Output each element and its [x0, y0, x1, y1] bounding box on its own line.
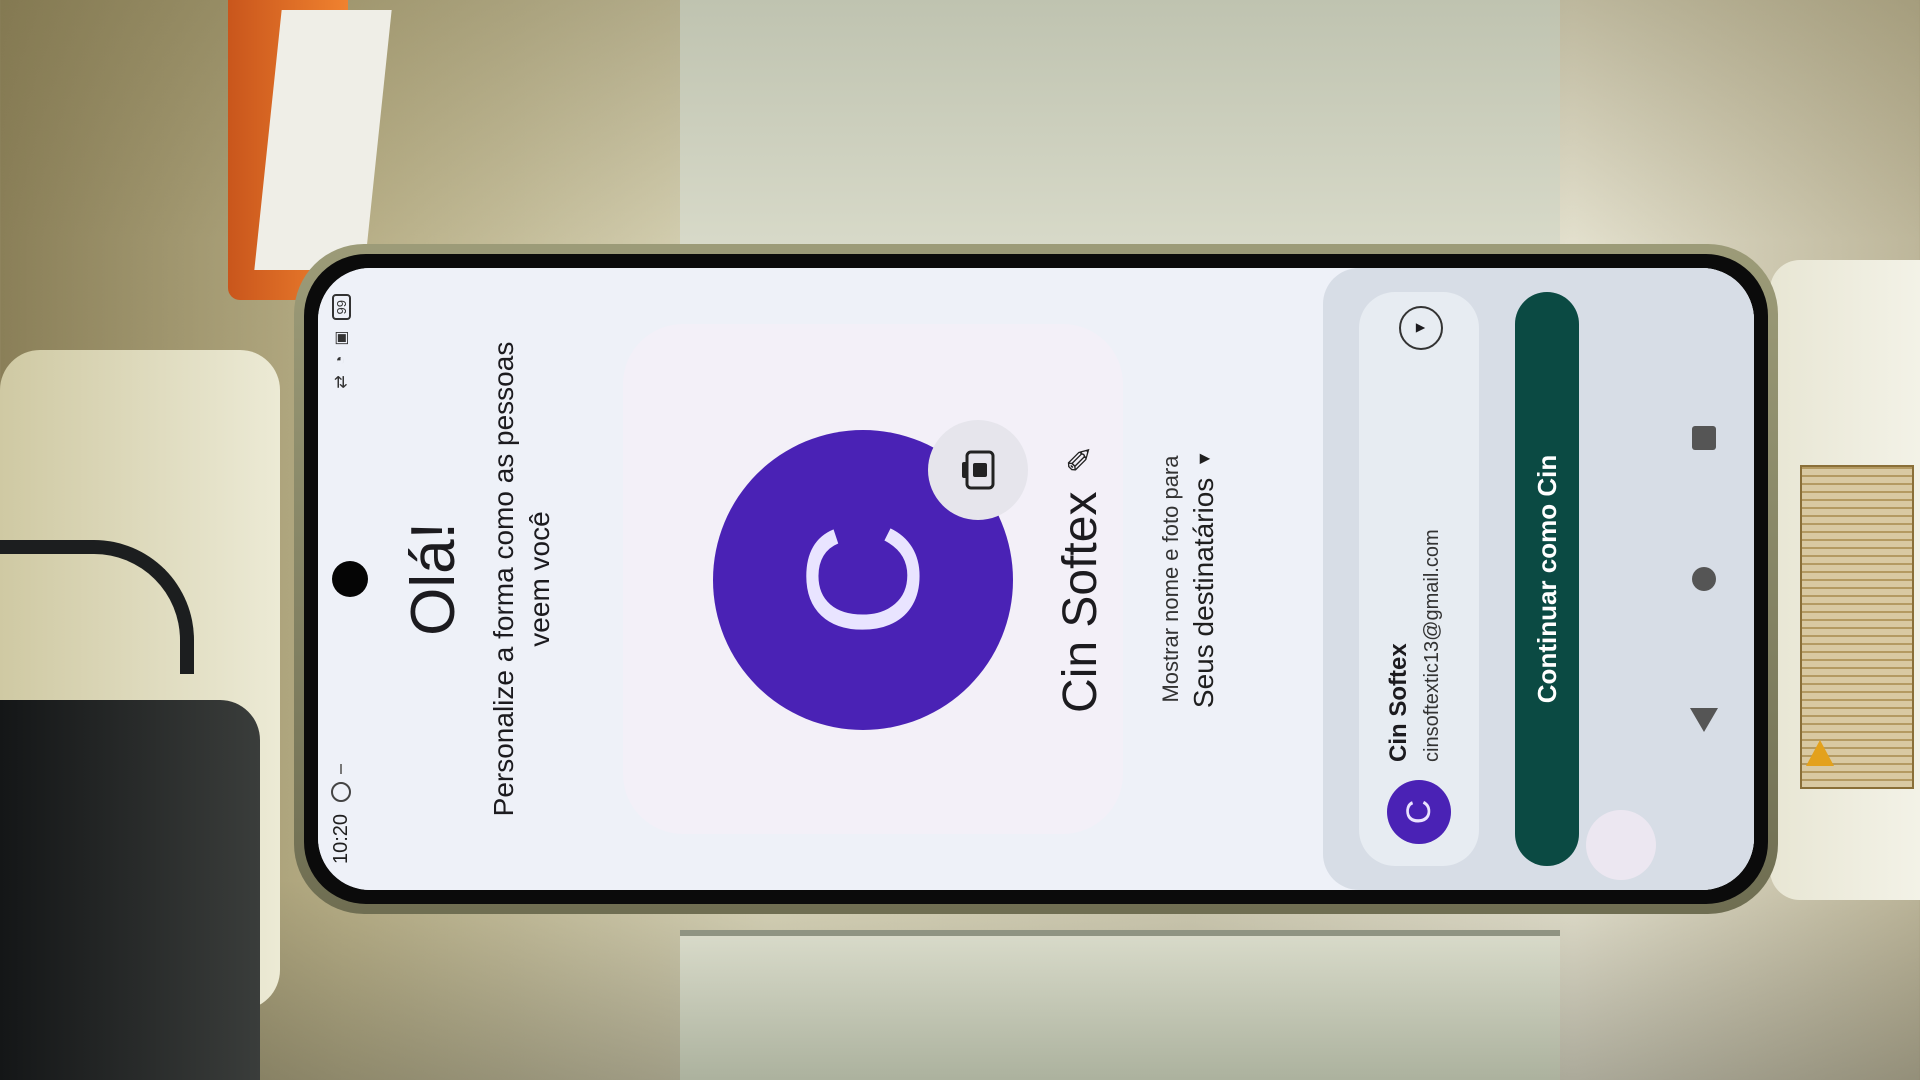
visibility-dropdown[interactable]: Seus destinatários ▼ [1188, 450, 1220, 708]
account-avatar-letter: C [1399, 799, 1438, 825]
dropdown-arrow-icon: ▼ [1193, 449, 1214, 468]
background-window [680, 0, 1560, 256]
profile-name: Cin Softex [1054, 491, 1107, 713]
status-right-icons: ⇄ ◔ ▣ 99 [331, 294, 351, 389]
nfc-icon: ⇄ [333, 375, 350, 389]
navigation-bar [1654, 268, 1754, 890]
profile-name-row[interactable]: Cin Softex ✎ [1053, 268, 1108, 890]
front-camera [332, 561, 368, 597]
status-dash-icon [340, 763, 342, 774]
profile-avatar-letter: C [773, 522, 952, 638]
page-title: Olá! [399, 522, 468, 636]
phone-bezel: 10:20 ⇄ ◔ ▣ 99 Olá! Personalize a forma … [304, 254, 1768, 904]
nav-back-icon[interactable] [1690, 707, 1718, 732]
account-name: Cin Softex [1385, 643, 1412, 762]
screen-reflection [1586, 810, 1656, 880]
battery-icon: 99 [331, 294, 351, 321]
account-selector[interactable]: C Cin Softex cinsoftextic13@gmail.com ▼ [1359, 292, 1479, 866]
nav-recents-icon[interactable] [1692, 426, 1716, 451]
camera-icon [962, 450, 995, 490]
phone-screen: 10:20 ⇄ ◔ ▣ 99 Olá! Personalize a forma … [318, 268, 1754, 890]
status-sync-icon [331, 781, 351, 802]
edit-pencil-icon[interactable]: ✎ [1061, 445, 1101, 474]
expand-accounts-icon[interactable]: ▼ [1399, 306, 1443, 350]
bottom-sheet: C Cin Softex cinsoftextic13@gmail.com ▼ … [1323, 268, 1754, 890]
account-email: cinsoftextic13@gmail.com [1421, 529, 1443, 762]
screen-content: 10:20 ⇄ ◔ ▣ 99 Olá! Personalize a forma … [318, 268, 1754, 890]
phone-frame: 10:20 ⇄ ◔ ▣ 99 Olá! Personalize a forma … [294, 244, 1778, 914]
continue-button[interactable]: Continuar como Cin [1515, 292, 1579, 866]
visibility-label: Mostrar nome e foto para [1158, 455, 1183, 703]
background-window-lower [680, 930, 1560, 1080]
nav-home-icon[interactable] [1692, 567, 1716, 592]
status-time: 10:20 [329, 813, 352, 864]
change-photo-button[interactable] [928, 420, 1028, 520]
page-subtitle: Personalize a forma como as pessoas veem… [488, 341, 555, 817]
visibility-setting[interactable]: Mostrar nome e foto para Seus destinatár… [1158, 348, 1220, 810]
account-avatar: C [1387, 780, 1451, 844]
background-dark-device [0, 700, 260, 1080]
no-sim-icon: ▣ [333, 330, 350, 346]
wifi-icon: ◔ [332, 355, 349, 366]
warning-triangle-icon [1806, 740, 1834, 766]
visibility-value: Seus destinatários [1188, 477, 1219, 709]
continue-button-label: Continuar como Cin [1531, 454, 1562, 704]
